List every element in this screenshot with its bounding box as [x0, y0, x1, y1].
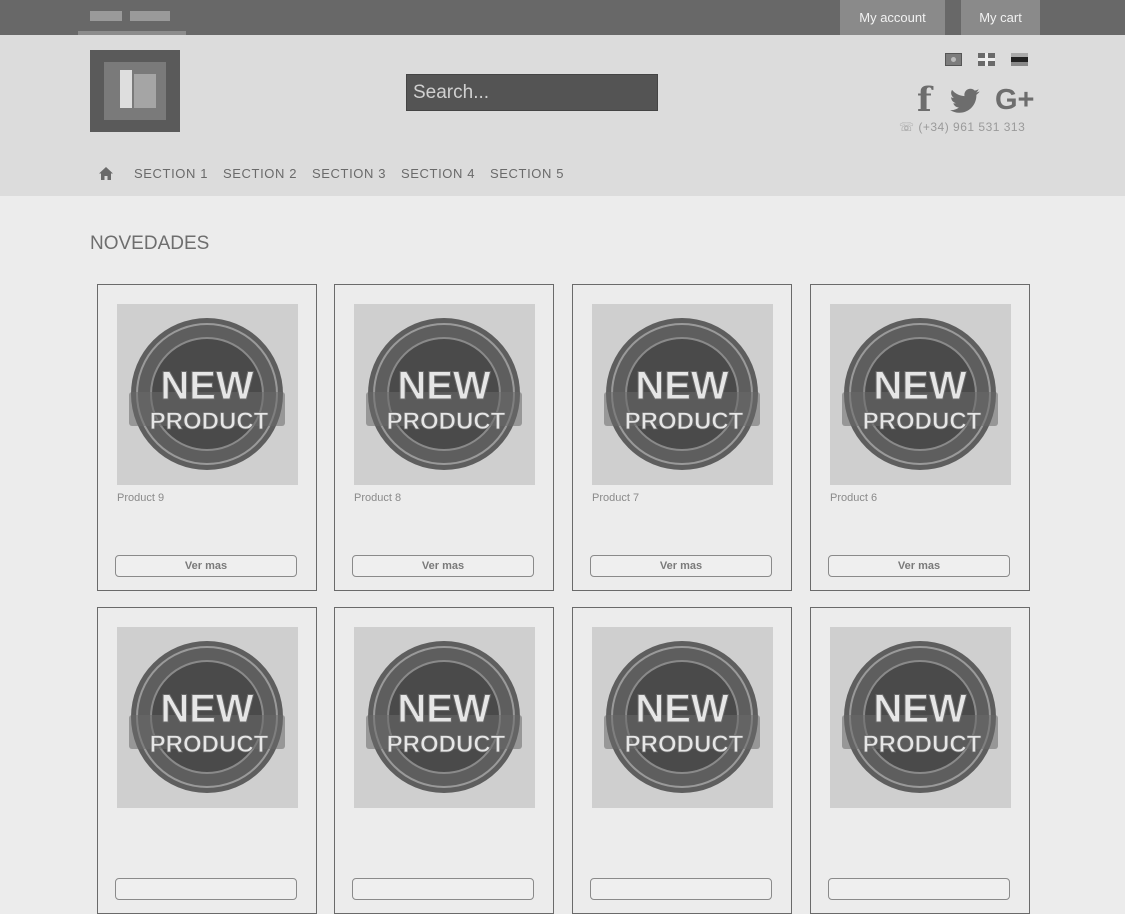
product-card: NEW PRODUCT Product 7 Ver mas [572, 284, 792, 591]
ver-mas-button[interactable] [115, 878, 297, 900]
product-name[interactable]: Product 9 [117, 492, 164, 504]
phone-number: ☏ (+34) 961 531 313 [899, 120, 1025, 134]
svg-text:PRODUCT: PRODUCT [150, 408, 269, 435]
svg-text:NEW: NEW [397, 687, 491, 731]
facebook-icon[interactable]: f [917, 83, 932, 117]
product-card: NEW PRODUCT [572, 607, 792, 914]
product-card: NEW PRODUCT [334, 607, 554, 914]
logo-part [134, 74, 156, 108]
ver-mas-button[interactable]: Ver mas [115, 555, 297, 577]
svg-text:PRODUCT: PRODUCT [625, 731, 744, 758]
nav-item-section-4[interactable]: SECTION 4 [401, 166, 475, 181]
top-logo [78, 0, 186, 40]
product-card: NEW PRODUCT [810, 607, 1030, 914]
svg-text:PRODUCT: PRODUCT [625, 408, 744, 435]
product-card: NEW PRODUCT Product 9 Ver mas [97, 284, 317, 591]
flag-uk-icon[interactable] [978, 53, 995, 66]
nav-item-section-2[interactable]: SECTION 2 [223, 166, 297, 181]
svg-text:NEW: NEW [160, 364, 254, 408]
twitter-icon[interactable] [950, 83, 982, 117]
ver-mas-button[interactable]: Ver mas [590, 555, 772, 577]
home-icon[interactable] [98, 166, 114, 181]
ver-mas-button[interactable]: Ver mas [828, 555, 1010, 577]
svg-text:PRODUCT: PRODUCT [387, 731, 506, 758]
svg-text:PRODUCT: PRODUCT [150, 731, 269, 758]
ver-mas-button[interactable] [352, 878, 534, 900]
nav-item-section-3[interactable]: SECTION 3 [312, 166, 386, 181]
svg-text:NEW: NEW [873, 687, 967, 731]
nav-item-section-1[interactable]: SECTION 1 [134, 166, 208, 181]
new-product-image[interactable]: NEW PRODUCT [117, 627, 298, 808]
svg-text:NEW: NEW [160, 687, 254, 731]
new-product-image[interactable]: NEW PRODUCT [592, 627, 773, 808]
product-card: NEW PRODUCT [97, 607, 317, 914]
ver-mas-button[interactable] [590, 878, 772, 900]
ver-mas-button[interactable]: Ver mas [352, 555, 534, 577]
svg-text:PRODUCT: PRODUCT [863, 731, 982, 758]
product-name[interactable]: Product 8 [354, 492, 401, 504]
svg-text:NEW: NEW [635, 364, 729, 408]
ver-mas-button[interactable] [828, 878, 1010, 900]
product-card: NEW PRODUCT Product 6 Ver mas [810, 284, 1030, 591]
nav-item-section-5[interactable]: SECTION 5 [490, 166, 564, 181]
search-input[interactable] [406, 74, 658, 111]
new-product-image[interactable]: NEW PRODUCT [354, 304, 535, 485]
product-name[interactable]: Product 6 [830, 492, 877, 504]
svg-text:NEW: NEW [873, 364, 967, 408]
site-logo[interactable] [90, 50, 180, 132]
google-plus-icon[interactable]: G+ [995, 83, 1035, 117]
svg-text:PRODUCT: PRODUCT [863, 408, 982, 435]
flag-1-icon[interactable] [945, 53, 962, 66]
logo-blur-block [130, 11, 170, 21]
section-title: NOVEDADES [90, 233, 210, 254]
phone-icon: ☏ [899, 120, 915, 134]
logo-blur-block [90, 11, 122, 21]
new-product-image[interactable]: NEW PRODUCT [830, 304, 1011, 485]
logo-part [120, 70, 132, 108]
svg-text:NEW: NEW [397, 364, 491, 408]
new-product-image[interactable]: NEW PRODUCT [354, 627, 535, 808]
my-cart-button[interactable]: My cart [961, 0, 1040, 35]
header: f G+ ☏ (+34) 961 531 313 SECTION 1 SECTI… [0, 35, 1125, 196]
svg-text:NEW: NEW [635, 687, 729, 731]
my-account-button[interactable]: My account [840, 0, 945, 35]
new-product-image[interactable]: NEW PRODUCT [830, 627, 1011, 808]
new-product-image[interactable]: NEW PRODUCT [592, 304, 773, 485]
new-product-image[interactable]: NEW PRODUCT [117, 304, 298, 485]
flag-3-icon[interactable] [1011, 53, 1028, 66]
product-card: NEW PRODUCT Product 8 Ver mas [334, 284, 554, 591]
phone-text: (+34) 961 531 313 [918, 120, 1026, 134]
product-name[interactable]: Product 7 [592, 492, 639, 504]
svg-text:PRODUCT: PRODUCT [387, 408, 506, 435]
